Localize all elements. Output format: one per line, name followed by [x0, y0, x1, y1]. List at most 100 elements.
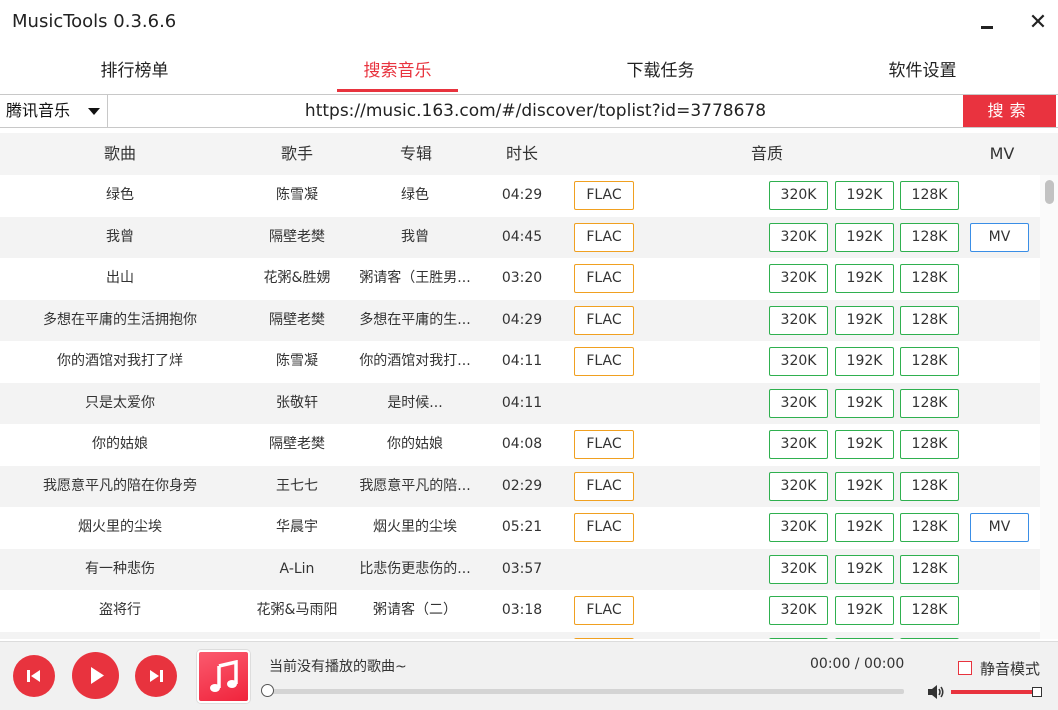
quality-download-button[interactable]: 320K [769, 388, 828, 418]
song-title: 我愿意平凡的陪在你身旁 [43, 477, 197, 494]
table-row[interactable]: 多想在平庸的生活拥抱你 隔壁老樊 多想在平庸的生... 04:29 FLAC 320K 19… [0, 299, 1040, 341]
close-icon[interactable]: ✕ [1025, 10, 1051, 36]
music-source-select[interactable]: 腾讯音乐 [0, 95, 108, 127]
table-row[interactable]: 烟火里的尘埃 华晨宇 烟火里的尘埃 05:21 FLAC 320K 192K 128K MV [0, 507, 1040, 549]
table-row[interactable]: 只是太爱你 张敬轩 是时候... 04:11 320K 192K 128K [0, 382, 1040, 424]
quality-download-button[interactable]: 192K [835, 596, 894, 625]
scrollbar-thumb[interactable] [1045, 180, 1054, 204]
duration: 04:11 [501, 394, 543, 411]
quality-download-button[interactable]: 128K [900, 430, 959, 459]
quality-download-button[interactable]: 320K [769, 181, 828, 210]
quality-download-button[interactable]: 320K [769, 471, 828, 501]
flac-download-button[interactable]: FLAC [574, 637, 634, 639]
artist-name: 陈雪凝 [276, 353, 318, 369]
progress-bar[interactable] [268, 689, 904, 694]
table-row[interactable]: FLAC [0, 631, 1040, 640]
table-row[interactable]: 盗将行 花粥&马雨阳 粥请客（二） 03:18 FLAC 320K 192K 128K [0, 590, 1040, 632]
progress-knob[interactable] [261, 684, 274, 697]
album-name [352, 632, 478, 640]
quality-download-button[interactable]: 320K [769, 554, 828, 584]
artist-name: 王七七 [276, 477, 318, 494]
flac-download-button[interactable]: FLAC [574, 347, 634, 376]
quality-download-button[interactable]: 128K [900, 181, 959, 210]
chevron-down-icon [88, 108, 100, 115]
quality-download-button[interactable]: 320K [769, 596, 828, 625]
duration: 04:11 [501, 353, 543, 369]
flac-download-button[interactable]: FLAC [574, 305, 634, 335]
quality-download-button[interactable] [835, 637, 894, 639]
quality-download-button[interactable] [900, 637, 959, 639]
quality-download-button[interactable]: 128K [900, 347, 959, 376]
search-input[interactable] [109, 95, 962, 127]
table-row[interactable]: 你的姑娘 隔壁老樊 你的姑娘 04:08 FLAC 320K 192K 128K [0, 424, 1040, 466]
quality-download-button[interactable]: 192K [835, 513, 894, 542]
table-row[interactable]: 有一种悲伤 A-Lin 比悲伤更悲伤的... 03:57 320K 192K 128K [0, 548, 1040, 590]
tab-download-tasks[interactable]: 下载任务 [600, 52, 721, 92]
quality-download-button[interactable]: 192K [835, 305, 894, 335]
duration: 04:45 [501, 228, 543, 245]
header-song: 歌曲 [103, 144, 136, 163]
tab-charts[interactable]: 排行榜单 [74, 52, 195, 92]
skip-next-icon[interactable] [135, 655, 177, 697]
quality-download-button[interactable] [769, 637, 828, 639]
table-row[interactable]: 我曾 隔壁老樊 我曾 04:45 FLAC 320K 192K 128K MV [0, 216, 1040, 258]
quality-download-button[interactable]: 320K [769, 305, 828, 335]
quality-download-button[interactable]: 128K [900, 222, 959, 252]
quality-download-button[interactable]: 320K [769, 347, 828, 376]
minimize-icon[interactable] [975, 10, 1001, 36]
quality-download-button[interactable]: 128K [900, 305, 959, 335]
mv-button[interactable]: MV [970, 513, 1029, 542]
quality-download-button[interactable]: 320K [769, 264, 828, 293]
quality-download-button[interactable]: 128K [900, 471, 959, 501]
skip-previous-icon[interactable] [13, 655, 55, 697]
quality-download-button[interactable]: 192K [835, 471, 894, 501]
quality-download-button[interactable]: 320K [769, 513, 828, 542]
quality-download-button[interactable]: 320K [769, 222, 828, 252]
artist-name: 张敬轩 [276, 394, 318, 411]
song-title [20, 632, 220, 640]
artist-name: 隔壁老樊 [269, 311, 325, 328]
quality-download-button[interactable]: 192K [835, 347, 894, 376]
album-name: 绿色 [401, 187, 429, 203]
quality-download-button[interactable]: 128K [900, 264, 959, 293]
mute-checkbox[interactable] [958, 661, 972, 675]
quality-download-button[interactable]: 320K [769, 430, 828, 459]
artist-name: 花粥&马雨阳 [256, 602, 338, 618]
scrollbar-track[interactable] [1040, 175, 1058, 639]
flac-download-button[interactable]: FLAC [574, 222, 634, 252]
album-name: 多想在平庸的生... [359, 311, 471, 328]
header-album: 专辑 [399, 144, 432, 163]
search-button[interactable]: 搜索 [963, 95, 1056, 127]
duration: 04:29 [501, 187, 543, 203]
flac-download-button[interactable]: FLAC [574, 596, 634, 625]
tab-search-music[interactable]: 搜索音乐 [337, 52, 458, 92]
flac-download-button[interactable]: FLAC [574, 264, 634, 293]
tab-settings[interactable]: 软件设置 [862, 52, 983, 92]
flac-download-button[interactable]: FLAC [574, 513, 634, 542]
volume-icon[interactable] [927, 685, 945, 699]
mv-button[interactable]: MV [970, 222, 1029, 252]
quality-download-button[interactable]: 192K [835, 388, 894, 418]
music-note-icon [197, 650, 250, 703]
flac-download-button[interactable]: FLAC [574, 430, 634, 459]
quality-download-button[interactable]: 128K [900, 388, 959, 418]
quality-download-button[interactable]: 192K [835, 181, 894, 210]
table-row[interactable]: 我愿意平凡的陪在你身旁 王七七 我愿意平凡的陪... 02:29 FLAC 320K 192… [0, 465, 1040, 507]
quality-download-button[interactable]: 192K [835, 554, 894, 584]
flac-download-button[interactable]: FLAC [574, 181, 634, 210]
table-row[interactable]: 你的酒馆对我打了烊 陈雪凝 你的酒馆对我打... 04:11 FLAC 320K 192K 1… [0, 341, 1040, 383]
quality-download-button[interactable]: 128K [900, 554, 959, 584]
flac-download-button[interactable]: FLAC [574, 471, 634, 501]
song-title: 出山 [106, 270, 134, 286]
quality-download-button[interactable]: 192K [835, 264, 894, 293]
volume-knob[interactable] [1032, 687, 1042, 697]
table-row[interactable]: 出山 花粥&胜娚 粥请客（王胜男... 03:20 FLAC 320K 192K 128K [0, 258, 1040, 300]
artist-name: 花粥&胜娚 [263, 270, 331, 286]
quality-download-button[interactable]: 192K [835, 430, 894, 459]
quality-download-button[interactable]: 192K [835, 222, 894, 252]
table-row[interactable]: 绿色 陈雪凝 绿色 04:29 FLAC 320K 192K 128K [0, 175, 1040, 217]
play-icon[interactable] [72, 652, 119, 699]
album-name: 烟火里的尘埃 [373, 519, 457, 535]
quality-download-button[interactable]: 128K [900, 596, 959, 625]
quality-download-button[interactable]: 128K [900, 513, 959, 542]
